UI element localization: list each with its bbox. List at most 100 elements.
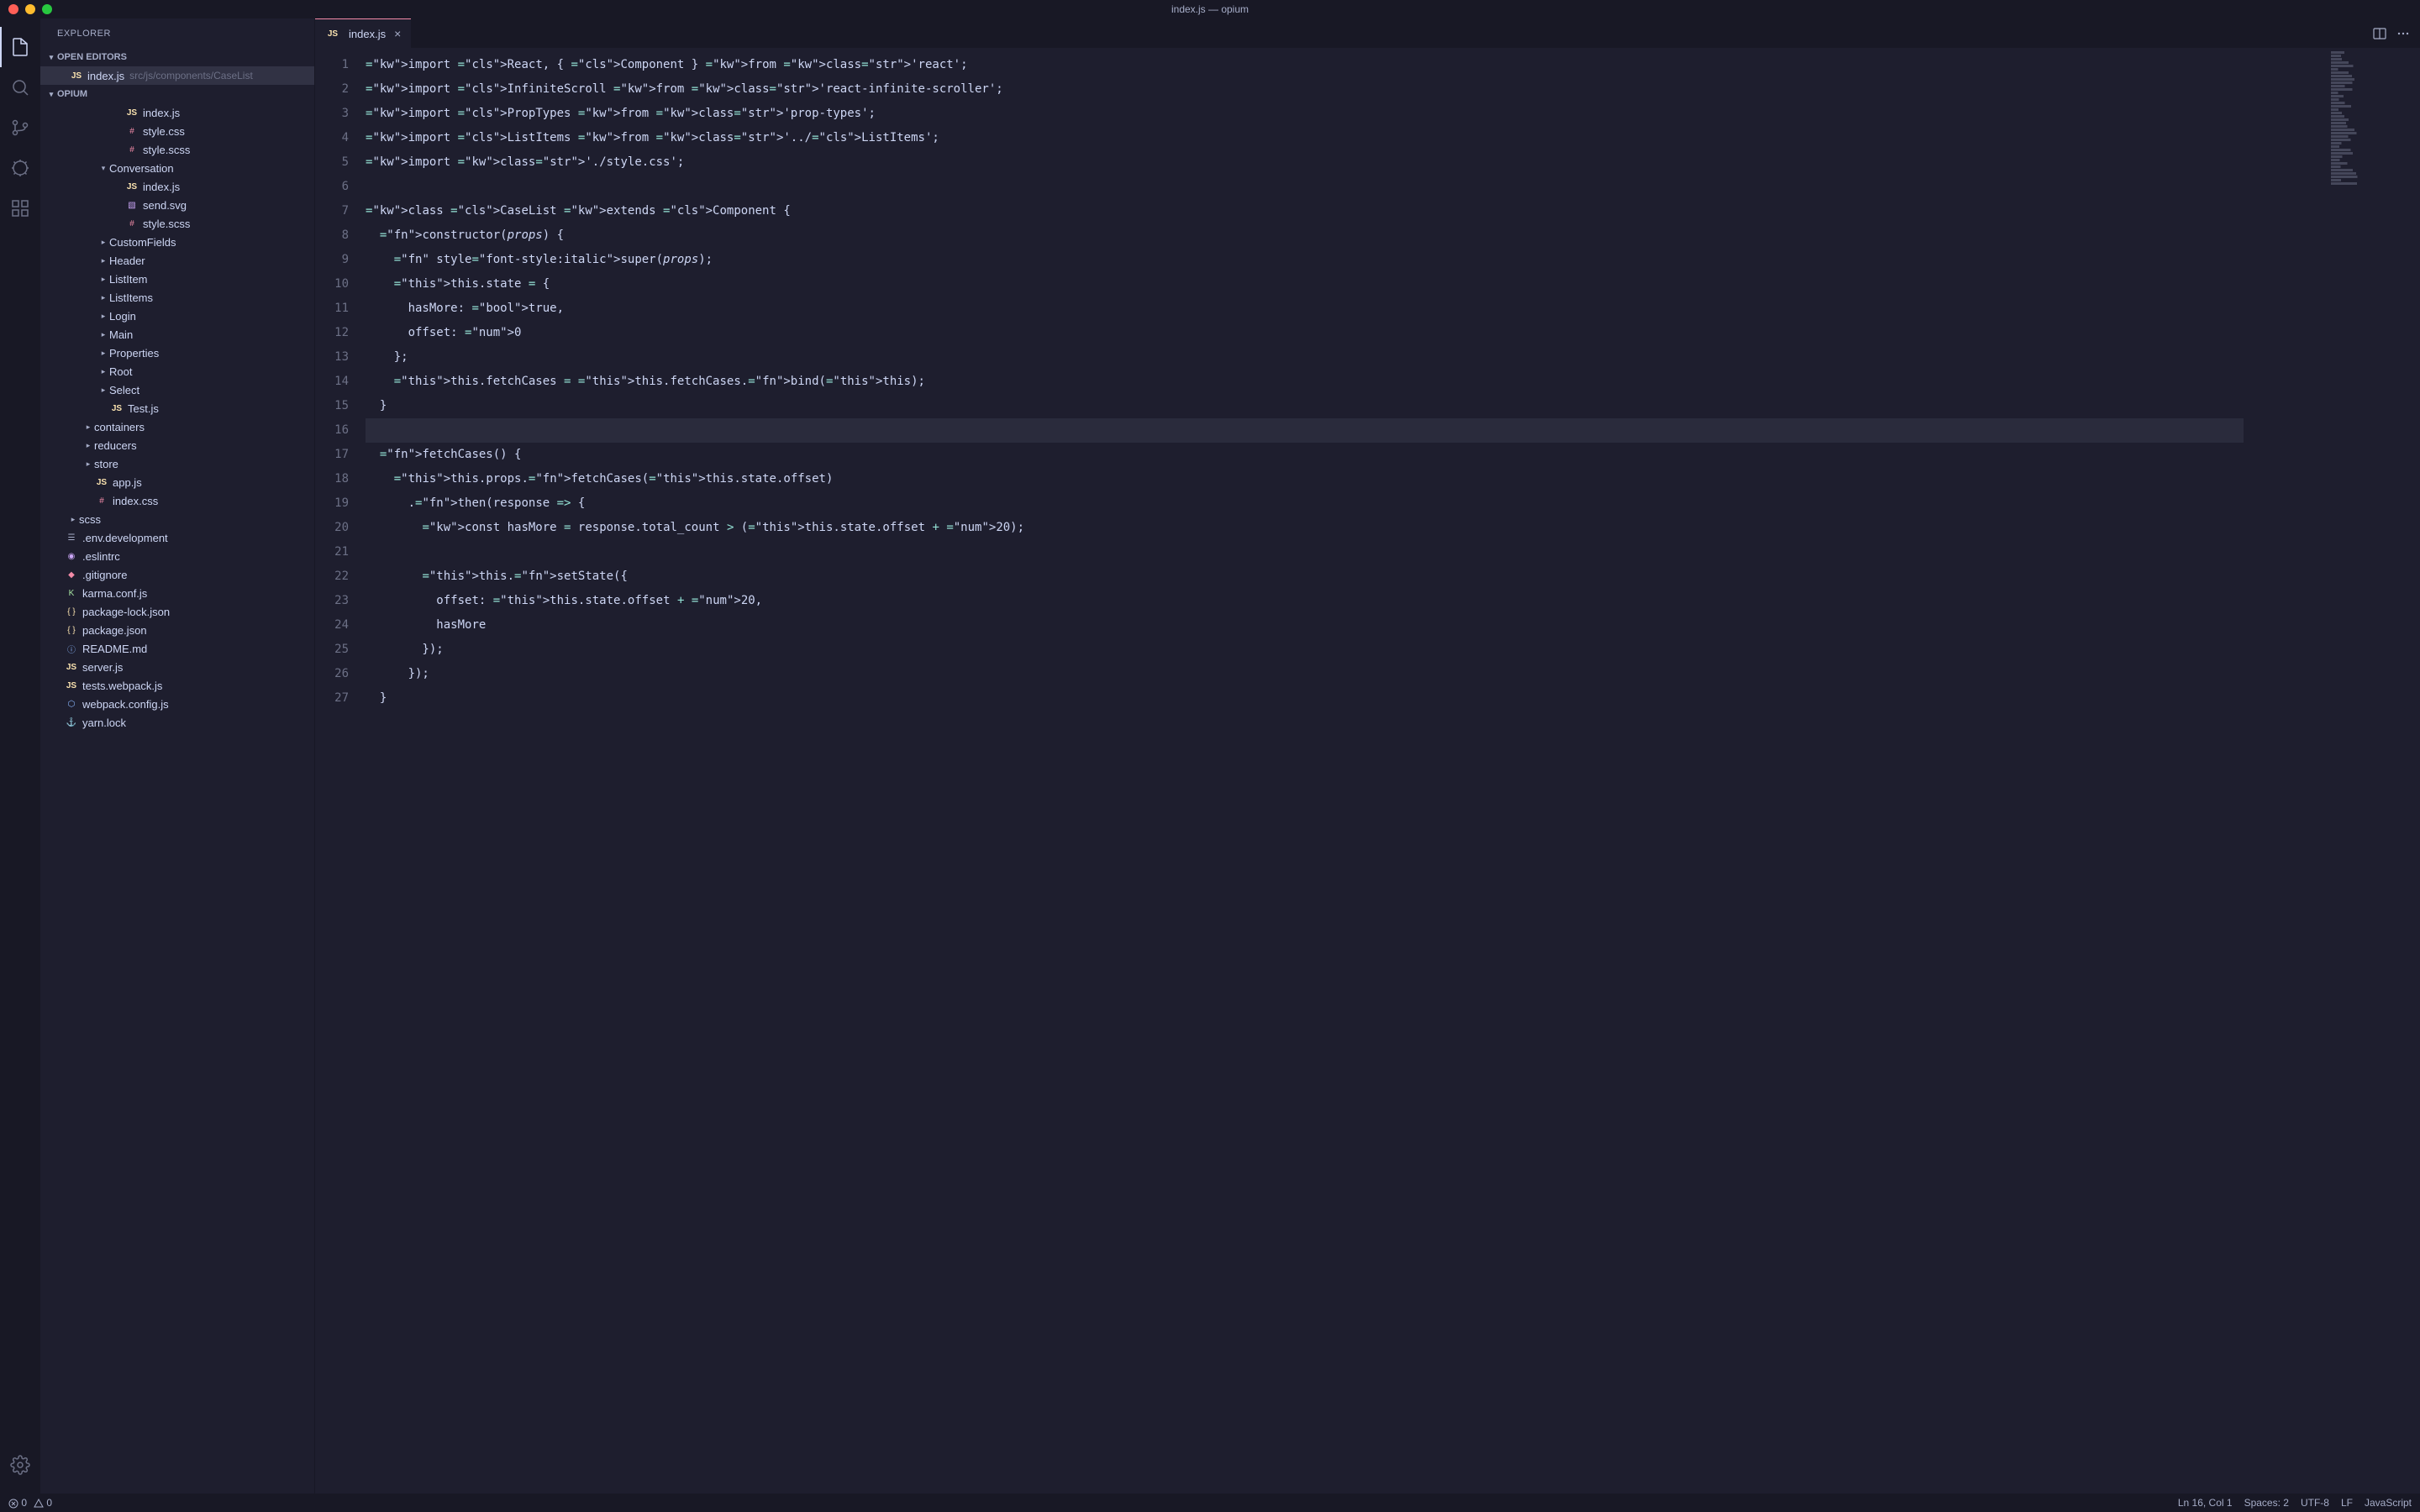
open-editors-header[interactable]: ▾ OPEN EDITORS [40,48,314,66]
chevron-down-icon: ▾ [97,164,109,173]
cursor-position[interactable]: Ln 16, Col 1 [2178,1497,2233,1509]
indentation[interactable]: Spaces: 2 [2244,1497,2289,1509]
folder-item[interactable]: ▸Header [40,251,314,270]
file-item[interactable]: JSindex.js [40,177,314,196]
window-close-button[interactable] [8,4,18,14]
file-item[interactable]: ☰.env.development [40,528,314,547]
file-item[interactable]: #index.css [40,491,314,510]
js-file-icon: JS [69,71,84,81]
file-item[interactable]: #style.scss [40,140,314,159]
window-maximize-button[interactable] [42,4,52,14]
item-label: Properties [109,347,159,360]
file-item[interactable]: #style.scss [40,214,314,233]
file-item[interactable]: Kkarma.conf.js [40,584,314,602]
item-label: .env.development [82,532,168,544]
file-item[interactable]: #style.css [40,122,314,140]
folder-item[interactable]: ▸Select [40,381,314,399]
source-control-icon[interactable] [0,108,40,148]
debug-icon[interactable] [0,148,40,188]
item-label: send.svg [143,199,187,212]
item-label: webpack.config.js [82,698,169,711]
file-item[interactable]: JSserver.js [40,658,314,676]
errors-count[interactable]: 0 [8,1497,27,1509]
file-item[interactable]: JSTest.js [40,399,314,417]
window-minimize-button[interactable] [25,4,35,14]
file-item[interactable]: ⓘREADME.md [40,639,314,658]
item-label: app.js [113,476,142,489]
close-icon[interactable]: × [394,27,401,40]
file-item[interactable]: { }package.json [40,621,314,639]
more-actions-icon[interactable] [2396,27,2410,40]
file-item[interactable]: { }package-lock.json [40,602,314,621]
folder-item[interactable]: ▸Main [40,325,314,344]
item-label: ListItem [109,273,148,286]
open-editors-label: OPEN EDITORS [57,52,127,62]
window-title: index.js — opium [1171,3,1249,15]
explorer-icon[interactable] [0,27,40,67]
item-label: karma.conf.js [82,587,147,600]
item-label: Root [109,365,132,378]
warnings-count[interactable]: 0 [34,1497,52,1509]
chevron-right-icon: ▸ [97,312,109,321]
project-header[interactable]: ▾ OPIUM [40,85,314,103]
file-item[interactable]: JStests.webpack.js [40,676,314,695]
split-editor-icon[interactable] [2373,27,2386,40]
statusbar: 0 0 Ln 16, Col 1 Spaces: 2 UTF-8 LF Java… [0,1494,2420,1512]
tab-index-js[interactable]: JS index.js × [315,18,411,48]
chevron-right-icon: ▸ [97,349,109,358]
item-label: package-lock.json [82,606,170,618]
file-name: index.js [87,70,124,82]
editor-actions [2373,18,2420,48]
eol[interactable]: LF [2341,1497,2353,1509]
folder-item[interactable]: ▸CustomFields [40,233,314,251]
chevron-right-icon: ▸ [97,293,109,302]
extensions-icon[interactable] [0,188,40,228]
js-file-icon: JS [325,29,340,39]
item-label: Main [109,328,133,341]
folder-item[interactable]: ▸Login [40,307,314,325]
folder-item[interactable]: ▸Root [40,362,314,381]
folder-item[interactable]: ▾Conversation [40,159,314,177]
file-item[interactable]: ◆.gitignore [40,565,314,584]
chevron-right-icon: ▸ [97,238,109,247]
item-label: index.css [113,495,158,507]
item-label: containers [94,421,145,433]
explorer-title: EXPLORER [40,18,314,48]
file-item[interactable]: ⬡webpack.config.js [40,695,314,713]
chevron-right-icon: ▸ [97,367,109,376]
window: index.js — opium EXPLORER [0,0,2420,1512]
settings-gear-icon[interactable] [0,1445,40,1485]
chevron-down-icon: ▾ [45,53,57,62]
editor-area: JS index.js × 12345678910111213141516171… [315,18,2420,1494]
item-label: CustomFields [109,236,176,249]
file-item[interactable]: ⚓yarn.lock [40,713,314,732]
editor-body[interactable]: 1234567891011121314151617181920212223242… [315,48,2420,1494]
folder-item[interactable]: ▸ListItem [40,270,314,288]
chevron-right-icon: ▸ [82,459,94,469]
open-editor-item[interactable]: JS index.js src/js/components/CaseList [40,66,314,85]
folder-item[interactable]: ▸scss [40,510,314,528]
file-item[interactable]: JSapp.js [40,473,314,491]
language-mode[interactable]: JavaScript [2365,1497,2412,1509]
file-item[interactable]: JSindex.js [40,103,314,122]
minimap[interactable] [2328,48,2420,1494]
folder-item[interactable]: ▸ListItems [40,288,314,307]
folder-item[interactable]: ▸store [40,454,314,473]
folder-item[interactable]: ▸containers [40,417,314,436]
folder-item[interactable]: ▸Properties [40,344,314,362]
item-label: Login [109,310,136,323]
item-label: scss [79,513,101,526]
folder-item[interactable]: ▸reducers [40,436,314,454]
chevron-right-icon: ▸ [82,423,94,432]
file-item[interactable]: ▧send.svg [40,196,314,214]
file-item[interactable]: ◉.eslintrc [40,547,314,565]
item-label: store [94,458,118,470]
chevron-right-icon: ▸ [97,330,109,339]
encoding[interactable]: UTF-8 [2301,1497,2329,1509]
item-label: tests.webpack.js [82,680,162,692]
search-icon[interactable] [0,67,40,108]
code-content[interactable]: ="kw">import ="cls">React, { ="cls">Comp… [366,48,2328,1494]
item-label: index.js [143,181,180,193]
file-tree[interactable]: JSindex.js#style.css#style.scss▾Conversa… [40,103,314,1494]
main-area: EXPLORER ▾ OPEN EDITORS JS index.js src/… [0,18,2420,1494]
